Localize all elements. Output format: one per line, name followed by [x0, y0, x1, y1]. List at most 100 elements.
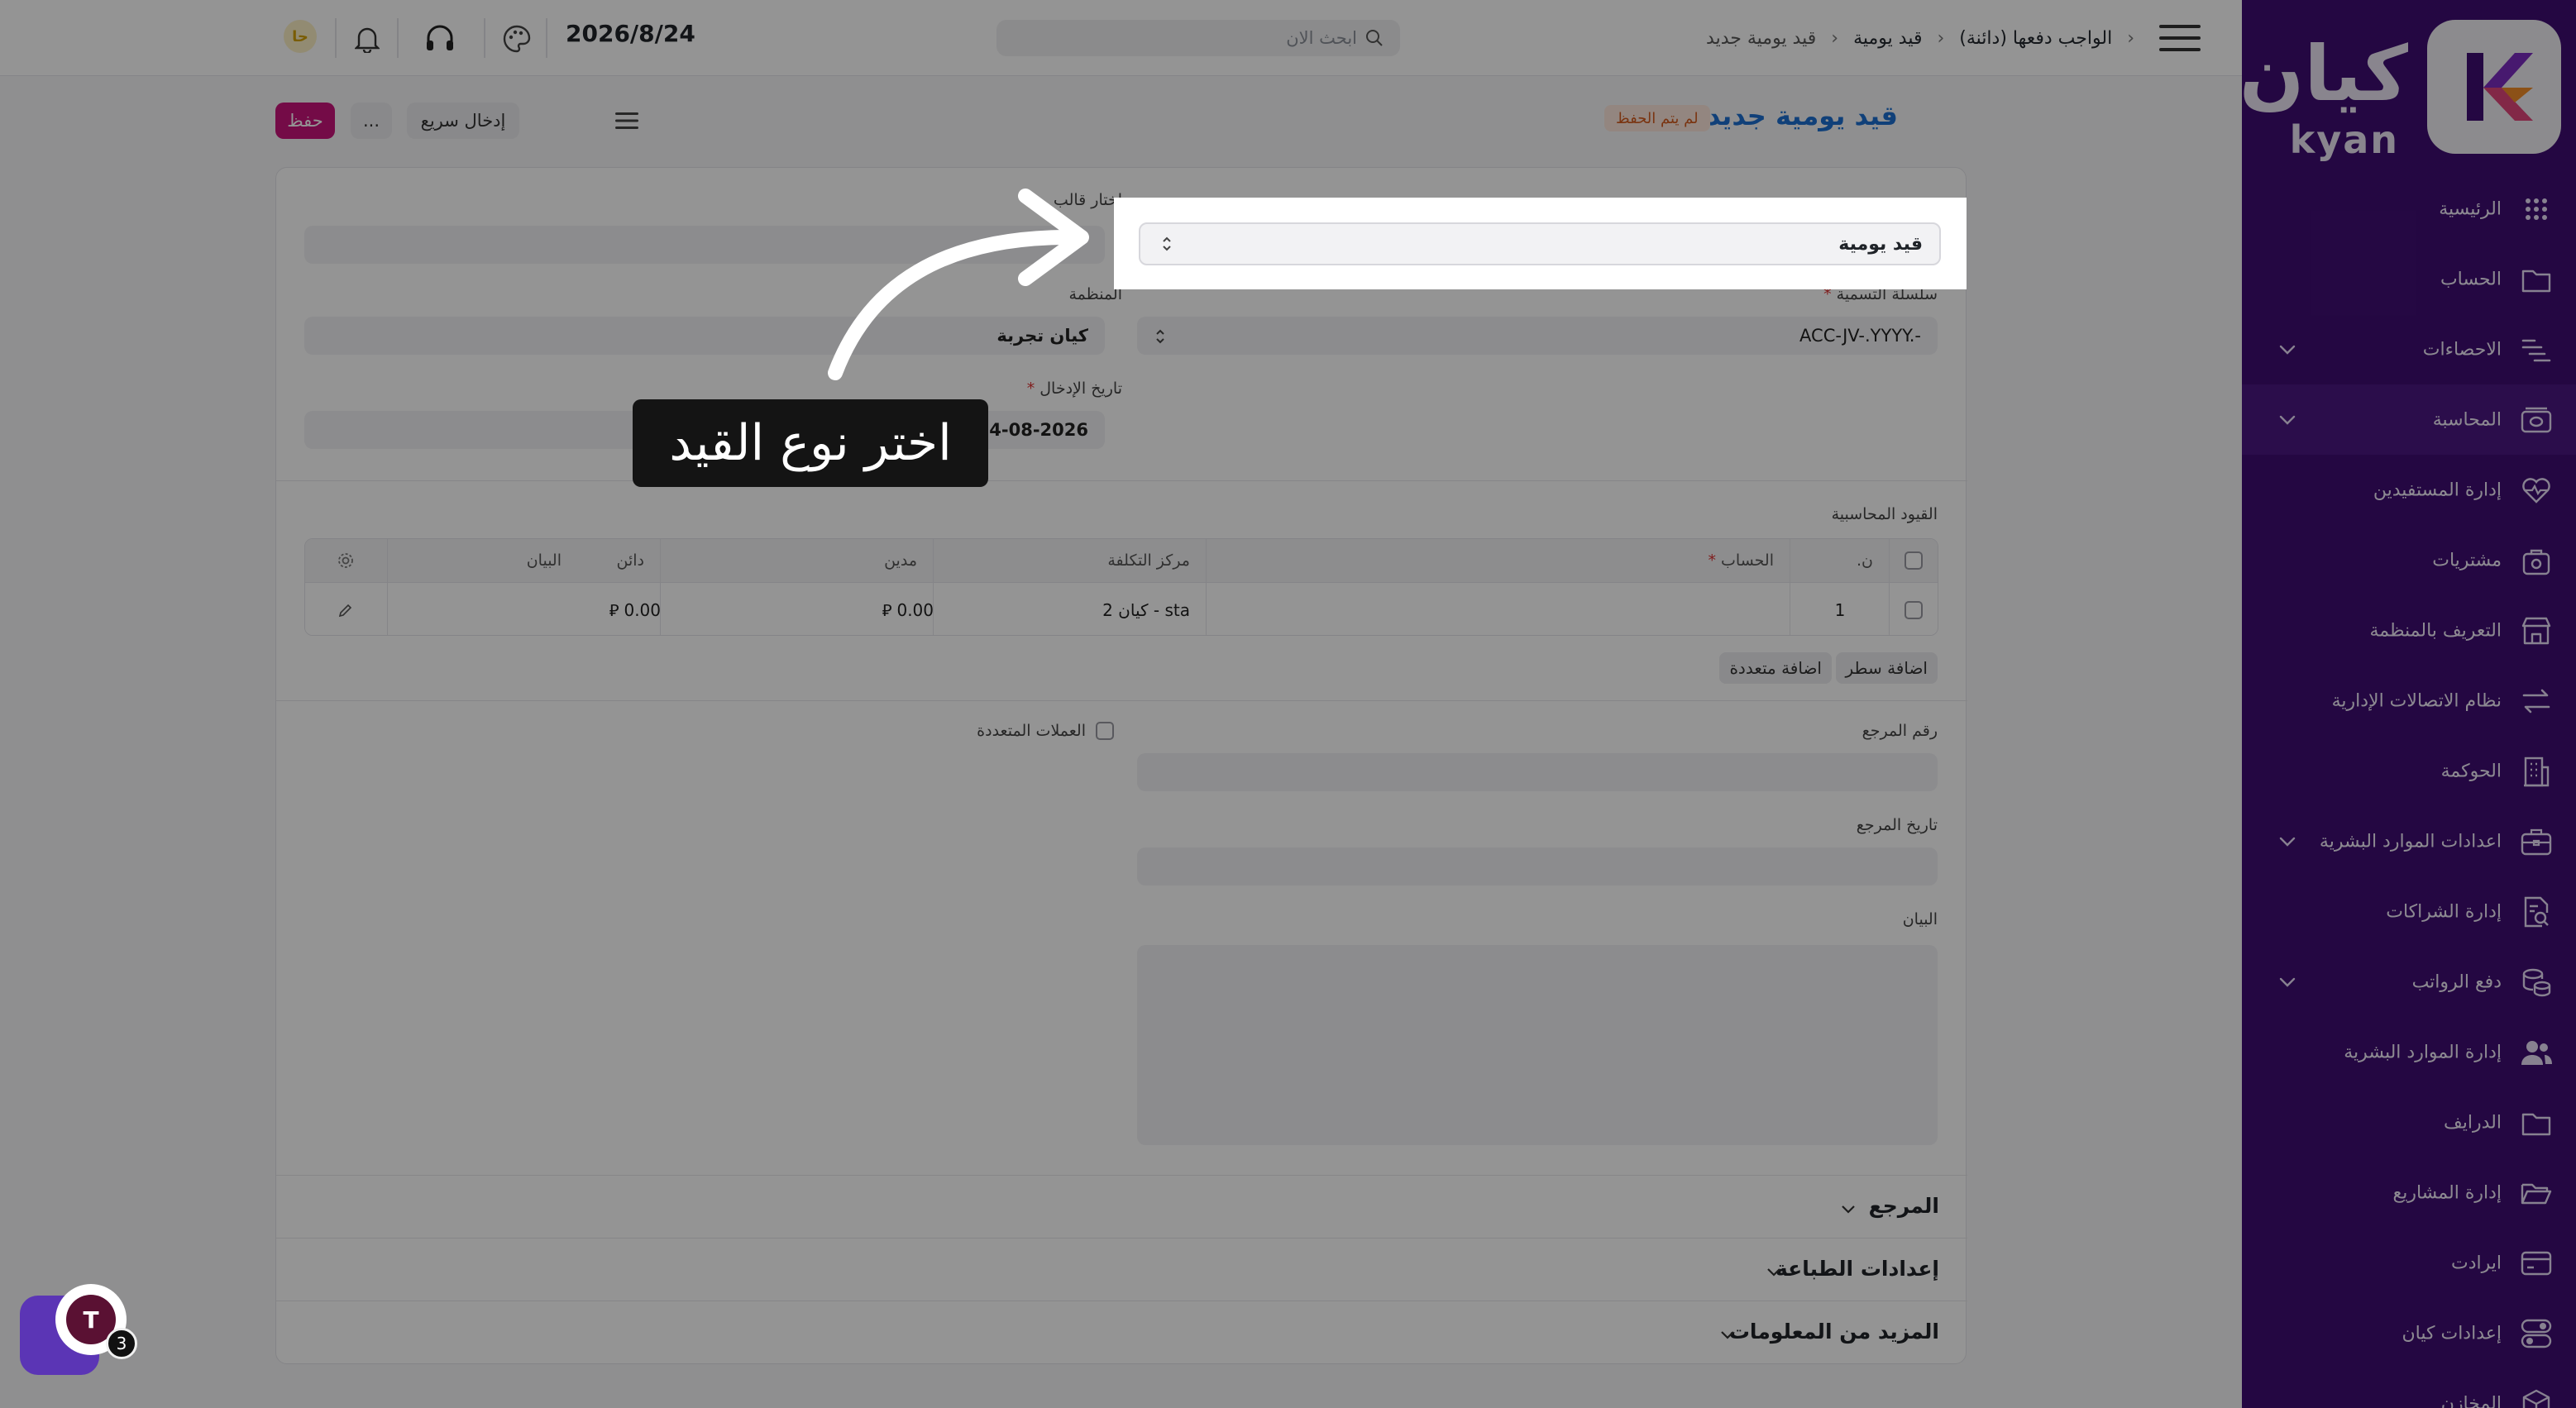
heart-pulse-icon: [2518, 472, 2554, 508]
select-all-checkbox[interactable]: [1905, 551, 1923, 570]
reference-no-label: رقم المرجع: [1862, 722, 1938, 740]
toggles-icon: [2518, 1315, 2554, 1352]
coins-icon: [2518, 964, 2554, 1000]
remark-textarea[interactable]: [1137, 945, 1938, 1145]
form-card: اختار قالب سلسلة التسمية * ACC-JV-.YYYY.…: [275, 167, 1967, 1364]
sidebar-item-label: إدارة المشاريع: [2392, 1182, 2502, 1203]
sidebar-item[interactable]: إدارة الموارد البشرية: [2242, 1017, 2576, 1087]
reference-date-field[interactable]: [1137, 847, 1938, 885]
building-icon: [2518, 753, 2554, 790]
sidebar-toggle-icon[interactable]: [615, 111, 638, 131]
top-bar: ‹ الواجب دفعها (دائنة) ‹ قيد يومية ‹ قيد…: [0, 0, 2242, 76]
updown-icon: [1156, 329, 1164, 344]
sidebar: كيان kyan الرئيسية الحساب الاحصاءات المحاسب…: [2239, 0, 2576, 1408]
avatar[interactable]: حا: [284, 20, 317, 53]
sidebar-item[interactable]: الدرايف: [2242, 1087, 2576, 1157]
store-icon: [2518, 613, 2554, 649]
more-actions-button[interactable]: ...: [351, 103, 392, 139]
sidebar-item-label: المحاسبة: [2432, 409, 2502, 430]
headset-icon[interactable]: [423, 22, 456, 55]
add-row-button[interactable]: اضافة سطر: [1835, 652, 1938, 684]
sidebar-item[interactable]: الاحصاءات: [2242, 314, 2576, 384]
chevron-down-icon[interactable]: [2275, 970, 2300, 995]
multi-currency-field: العملات المتعددة: [977, 722, 1114, 740]
palette-icon[interactable]: [500, 22, 533, 55]
row-remark[interactable]: [388, 583, 578, 635]
sidebar-item-label: التعريف بالمنظمة: [2369, 620, 2502, 641]
bell-icon[interactable]: [351, 22, 384, 55]
sidebar-item[interactable]: التعريف بالمنظمة: [2242, 595, 2576, 666]
sidebar-item-label: إدارة المستفيدين: [2373, 480, 2502, 500]
sidebar-item[interactable]: المحاسبة: [2242, 384, 2576, 455]
search-box[interactable]: [996, 20, 1400, 56]
save-button[interactable]: حفظ: [275, 103, 335, 139]
sidebar-item-label: دفع الرواتب: [2411, 971, 2502, 992]
sidebar-item[interactable]: الحساب: [2242, 244, 2576, 314]
sidebar-item-label: ايرادت: [2451, 1253, 2502, 1273]
menu-icon[interactable]: [2159, 23, 2201, 53]
row-debit[interactable]: ⃁ 0.00: [661, 583, 934, 635]
sidebar-item[interactable]: إعدادات كيان: [2242, 1298, 2576, 1368]
sidebar-item[interactable]: المخازن: [2242, 1368, 2576, 1408]
remark-label: البيان: [1902, 910, 1938, 928]
sidebar-item-label: إدارة الشراكات: [2386, 901, 2502, 922]
sidebar-item[interactable]: اعدادات الموارد البشرية: [2242, 806, 2576, 876]
multi-currency-checkbox[interactable]: [1096, 722, 1114, 740]
search-input[interactable]: [1010, 20, 1357, 56]
chevron-down-icon[interactable]: [2275, 337, 2300, 362]
col-cost-center: مركز التكلفة: [1107, 551, 1190, 570]
sidebar-item[interactable]: مشتريات: [2242, 525, 2576, 595]
section-more-info[interactable]: المزيد من المعلومات: [276, 1301, 1967, 1363]
sidebar-item[interactable]: دفع الرواتب: [2242, 947, 2576, 1017]
folder-icon: [2518, 261, 2554, 298]
gear-icon[interactable]: [305, 539, 388, 582]
chevron-down-icon[interactable]: [2275, 408, 2300, 432]
folder-icon: [2518, 1105, 2554, 1141]
section-print-settings[interactable]: إعدادات الطباعة: [276, 1238, 1967, 1301]
row-account[interactable]: [1207, 583, 1790, 635]
naming-series-select[interactable]: ACC-JV-.YYYY.-: [1137, 317, 1938, 355]
sidebar-item[interactable]: إدارة الشراكات: [2242, 876, 2576, 947]
sidebar-item[interactable]: ايرادت: [2242, 1228, 2576, 1298]
breadcrumb-item: قيد يومية جديد: [1706, 27, 1817, 49]
page-title: قيد يومية جديد: [1706, 100, 1898, 131]
chevron-down-icon: [1721, 1331, 1734, 1339]
updown-icon: [1163, 236, 1171, 251]
breadcrumb-item[interactable]: قيد يومية: [1853, 28, 1922, 49]
brand-name-ar: كيان: [2239, 30, 2408, 118]
sidebar-item[interactable]: إدارة المستفيدين: [2242, 455, 2576, 525]
col-debit: مدين: [884, 551, 917, 570]
status-badge: لم يتم الحفظ: [1604, 105, 1710, 131]
briefcase-icon: [2518, 823, 2554, 860]
sidebar-item[interactable]: نظام الاتصالات الإدارية: [2242, 666, 2576, 736]
entry-type-select[interactable]: قيد يومية: [1139, 222, 1941, 265]
row-checkbox[interactable]: [1905, 600, 1923, 619]
search-icon: [1366, 30, 1383, 46]
purchases-icon: [2518, 542, 2554, 579]
chevron-down-icon[interactable]: [2275, 829, 2300, 854]
sidebar-item-label: إدارة الموارد البشرية: [2344, 1042, 2502, 1062]
table-header: ن. الحساب * مركز التكلفة مدين دائن البيا…: [305, 539, 1938, 582]
quick-entry-button[interactable]: إدخال سريع: [407, 103, 519, 139]
sidebar-item-label: إعدادات كيان: [2402, 1323, 2502, 1344]
tour-spotlight: قيد يومية: [1114, 198, 1967, 289]
sidebar-item[interactable]: الحوكمة: [2242, 736, 2576, 806]
brand-logo[interactable]: كيان kyan: [2239, 20, 2561, 160]
sidebar-item-label: الرئيسية: [2439, 198, 2502, 219]
box-icon: [2518, 1386, 2554, 1408]
breadcrumb-item[interactable]: الواجب دفعها (دائنة): [1959, 28, 2112, 49]
row-cost-center[interactable]: sta - كيان 2: [934, 583, 1207, 635]
edit-row-icon[interactable]: [305, 583, 388, 635]
add-multiple-button[interactable]: اضافة متعددة: [1719, 652, 1832, 684]
row-no: 1: [1834, 599, 1846, 620]
table-row[interactable]: 1 sta - كيان 2 ⃁ 0.00 ⃁ 0.00: [305, 582, 1938, 635]
chevron-down-icon: [1767, 1268, 1780, 1277]
breadcrumb: ‹ الواجب دفعها (دائنة) ‹ قيد يومية ‹ قيد…: [1706, 27, 2134, 49]
section-reference[interactable]: المرجع: [276, 1175, 1967, 1238]
sidebar-item[interactable]: الرئيسية: [2242, 174, 2576, 244]
reference-no-field[interactable]: [1137, 753, 1938, 791]
sidebar-item-label: نظام الاتصالات الإدارية: [2331, 690, 2502, 711]
sidebar-item-label: الحساب: [2440, 269, 2502, 289]
sidebar-item[interactable]: إدارة المشاريع: [2242, 1157, 2576, 1228]
folder-open-icon: [2518, 1175, 2554, 1211]
